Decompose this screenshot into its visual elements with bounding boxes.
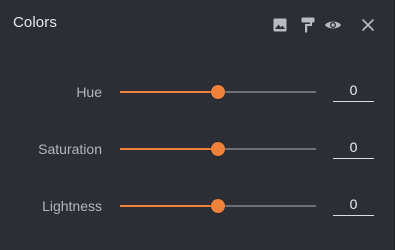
lightness-label: Lightness [42,198,102,214]
close-icon[interactable] [359,16,377,34]
lightness-slider[interactable] [120,199,316,213]
hue-label: Hue [76,84,102,100]
image-icon[interactable] [271,16,289,34]
saturation-slider[interactable] [120,142,316,156]
hue-slider-thumb[interactable] [211,85,225,99]
saturation-slider-fill [120,148,218,150]
hue-input[interactable]: 0 [333,80,374,102]
lightness-input[interactable]: 0 [333,194,374,216]
saturation-row: Saturation 0 [0,135,395,163]
hue-slider[interactable] [120,85,316,99]
lightness-slider-fill [120,205,218,207]
lightness-slider-thumb[interactable] [211,199,225,213]
colors-panel: Colors Hue 0 Saturation 0 Lightness 0 [0,0,395,250]
saturation-slider-thumb[interactable] [211,142,225,156]
panel-toolbar [271,16,377,34]
saturation-input[interactable]: 0 [333,137,374,159]
eye-icon[interactable] [324,16,342,34]
lightness-row: Lightness 0 [0,192,395,220]
panel-title: Colors [13,14,57,31]
hue-slider-fill [120,91,218,93]
hue-row: Hue 0 [0,78,395,106]
saturation-label: Saturation [38,141,102,157]
paint-roller-icon[interactable] [299,16,317,34]
